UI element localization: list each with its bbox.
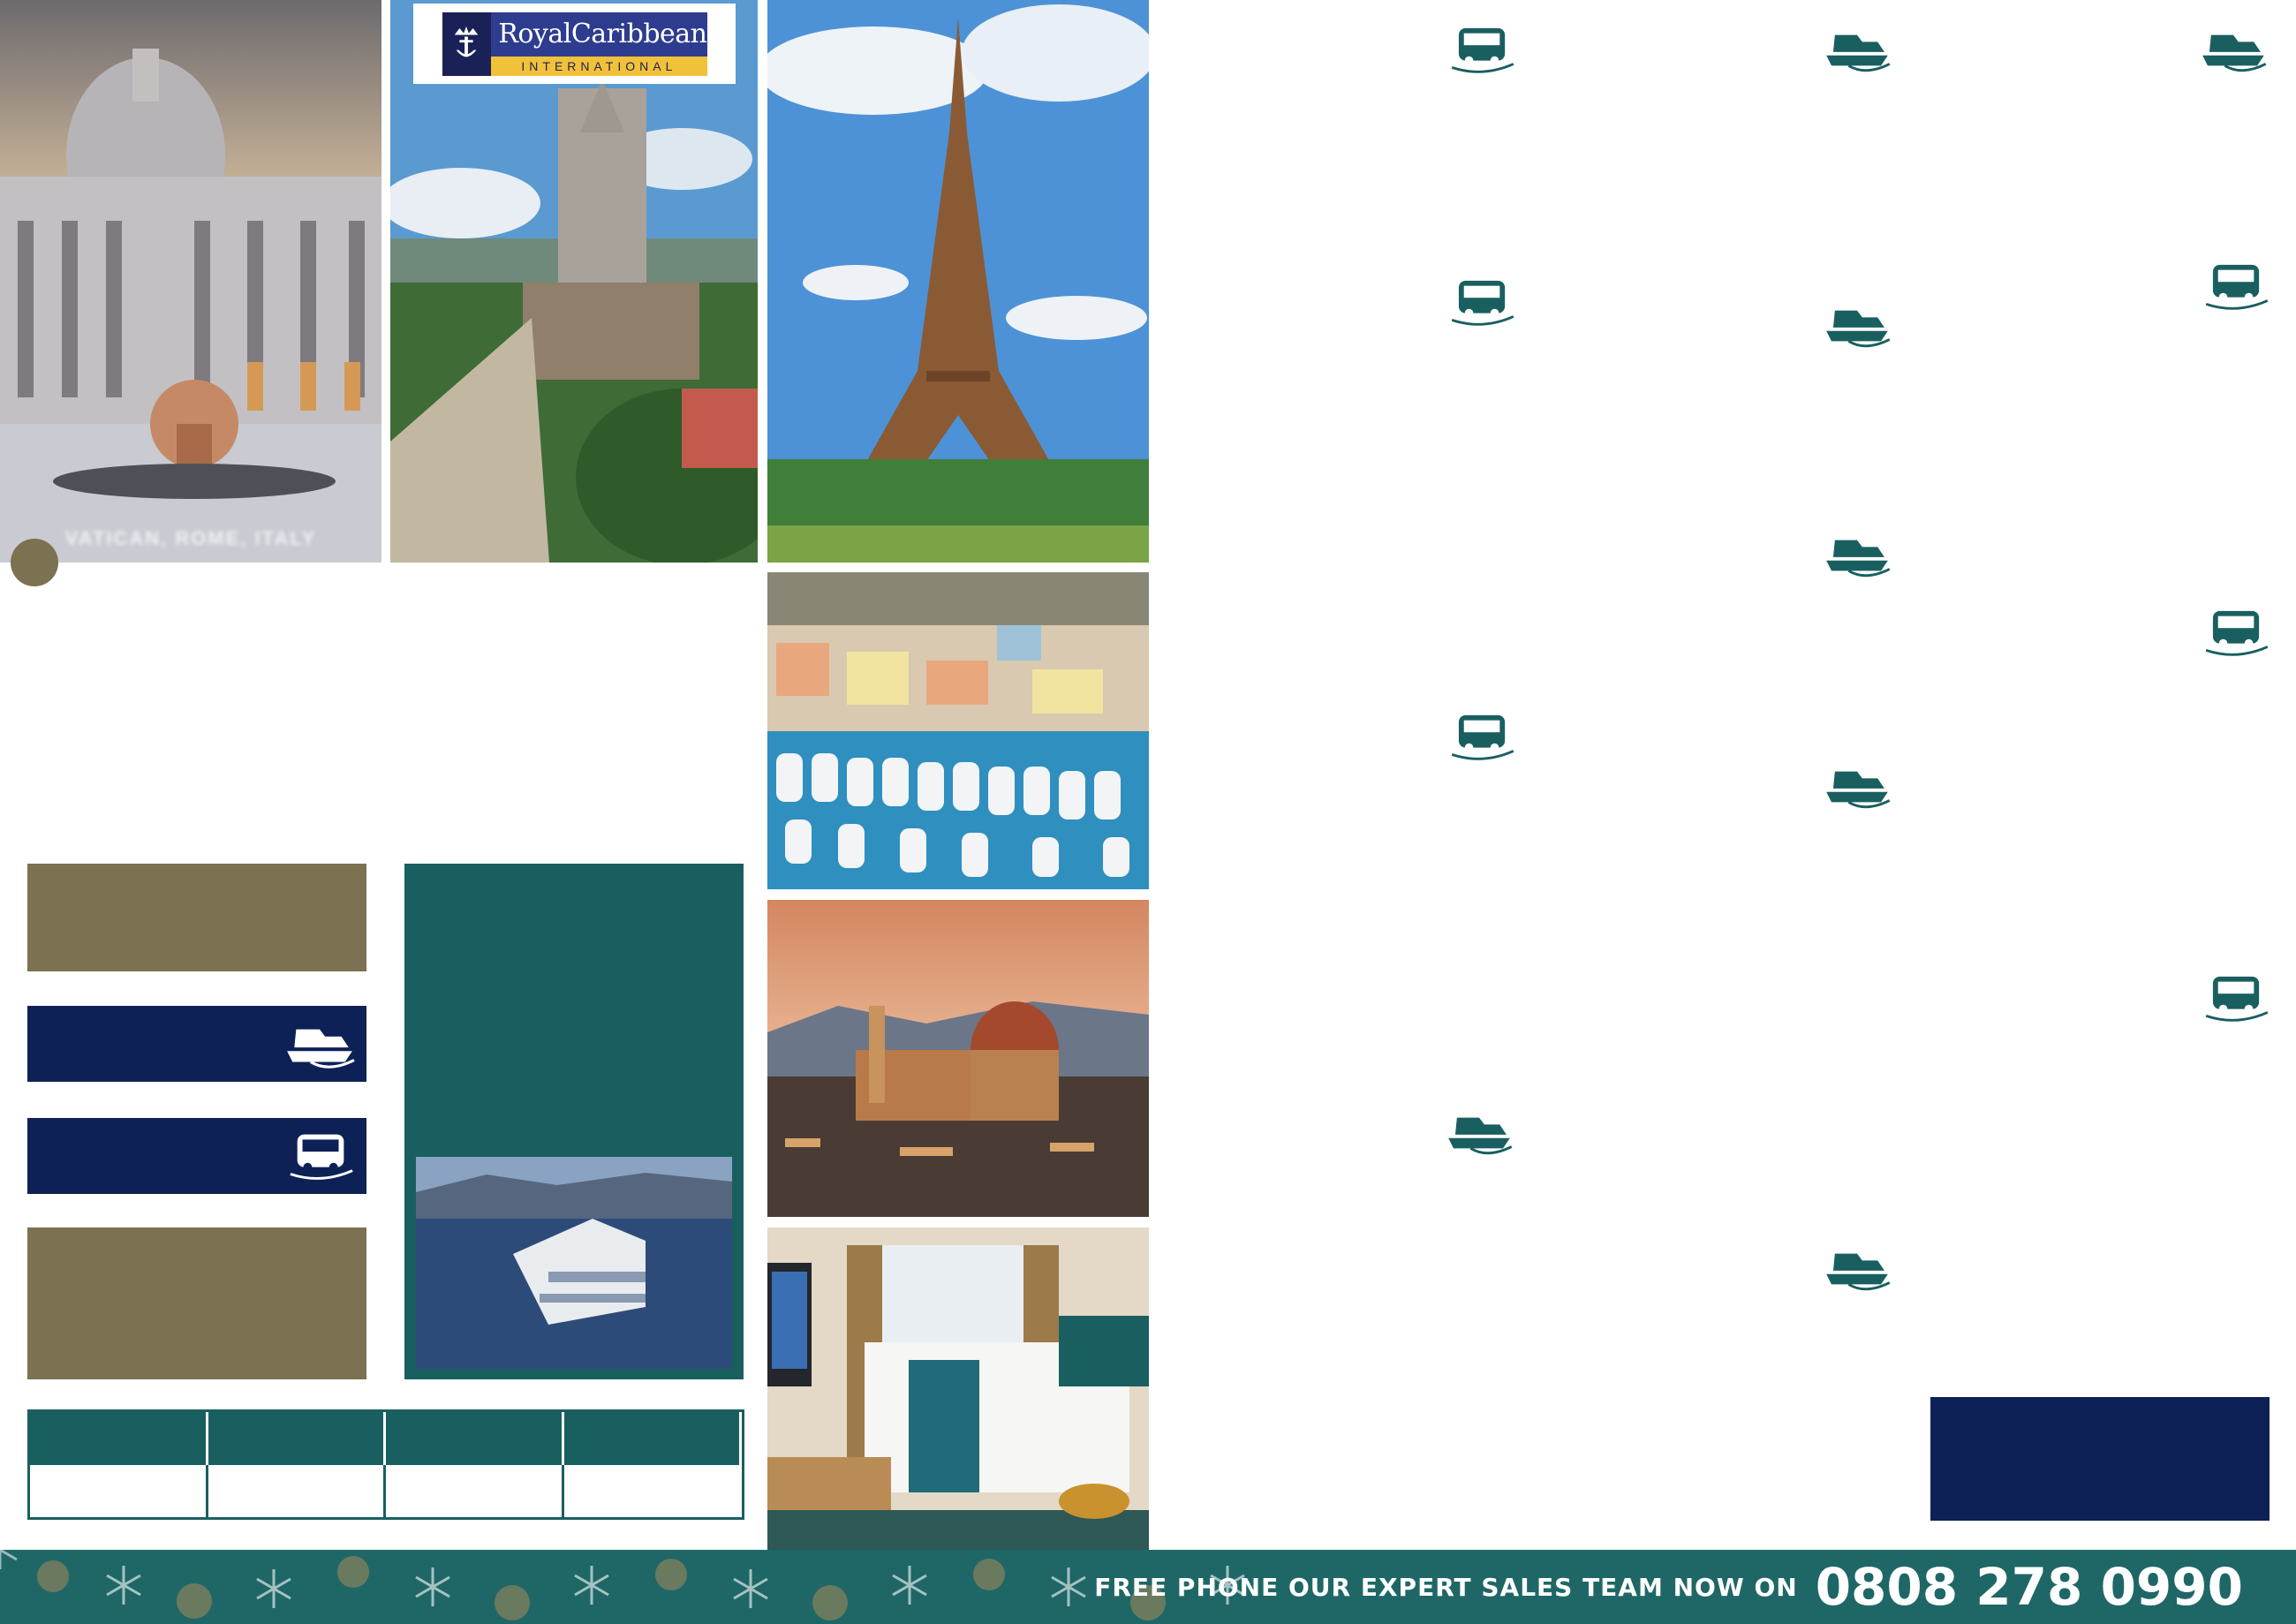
ship-feature-panel [404, 864, 744, 1379]
info-box-top [27, 864, 366, 971]
footer-banner: FREE PHONE OUR EXPERT SALES TEAM NOW ON … [0, 1550, 2296, 1624]
photo-cruise-ship [416, 1157, 732, 1369]
coach-icon [1448, 277, 1517, 329]
ship-icon [2199, 25, 2268, 76]
ship-icon [1445, 1107, 1514, 1159]
table-header-cell [208, 1412, 386, 1465]
photo-paris-eiffel [767, 0, 1149, 563]
brand-subtitle: INTERNATIONAL [491, 56, 707, 76]
ship-icon [1823, 25, 1892, 76]
info-box-bottom [27, 1227, 366, 1379]
phone-number[interactable]: 0808 278 0990 [1816, 1557, 2243, 1617]
coach-icon [2202, 973, 2271, 1024]
photo-cabin [767, 1227, 1149, 1550]
table-cell [208, 1465, 386, 1517]
ship-icon [1823, 1243, 1892, 1295]
table-cell [30, 1465, 208, 1517]
photo-vatican-rome: VATICAN, ROME, ITALY [0, 0, 381, 563]
ship-icon [283, 1018, 356, 1069]
ship-icon [1823, 761, 1892, 812]
table-cell [386, 1465, 564, 1517]
ship-icon [1823, 530, 1892, 581]
footer-cta: FREE PHONE OUR EXPERT SALES TEAM NOW ON … [1094, 1550, 2243, 1624]
photo-barcelona [390, 0, 758, 563]
crown-anchor-icon [442, 11, 492, 76]
coach-icon [2202, 608, 2271, 659]
ship-icon [1823, 300, 1892, 351]
coach-icon [287, 1129, 356, 1182]
brand-logo: RoyalCaribbean INTERNATIONAL [413, 4, 736, 84]
ornament-dot [11, 539, 58, 586]
photo-marseille-harbour [767, 572, 1149, 889]
cruise-info-box [27, 1006, 366, 1082]
table-cell [563, 1465, 742, 1517]
photo-caption: VATICAN, ROME, ITALY [64, 527, 317, 549]
coach-icon [2202, 261, 2271, 313]
table-header-cell [386, 1412, 564, 1465]
coach-icon [1448, 25, 1517, 76]
coach-icon [1448, 712, 1517, 763]
table-header-cell [563, 1412, 742, 1465]
photo-florence [767, 900, 1149, 1217]
offer-box [1930, 1397, 2270, 1521]
cta-text: FREE PHONE OUR EXPERT SALES TEAM NOW ON [1094, 1572, 1798, 1602]
table-header-cell [30, 1412, 208, 1465]
coach-info-box [27, 1118, 366, 1194]
price-table [27, 1409, 744, 1520]
brand-name: RoyalCaribbean [491, 11, 707, 57]
